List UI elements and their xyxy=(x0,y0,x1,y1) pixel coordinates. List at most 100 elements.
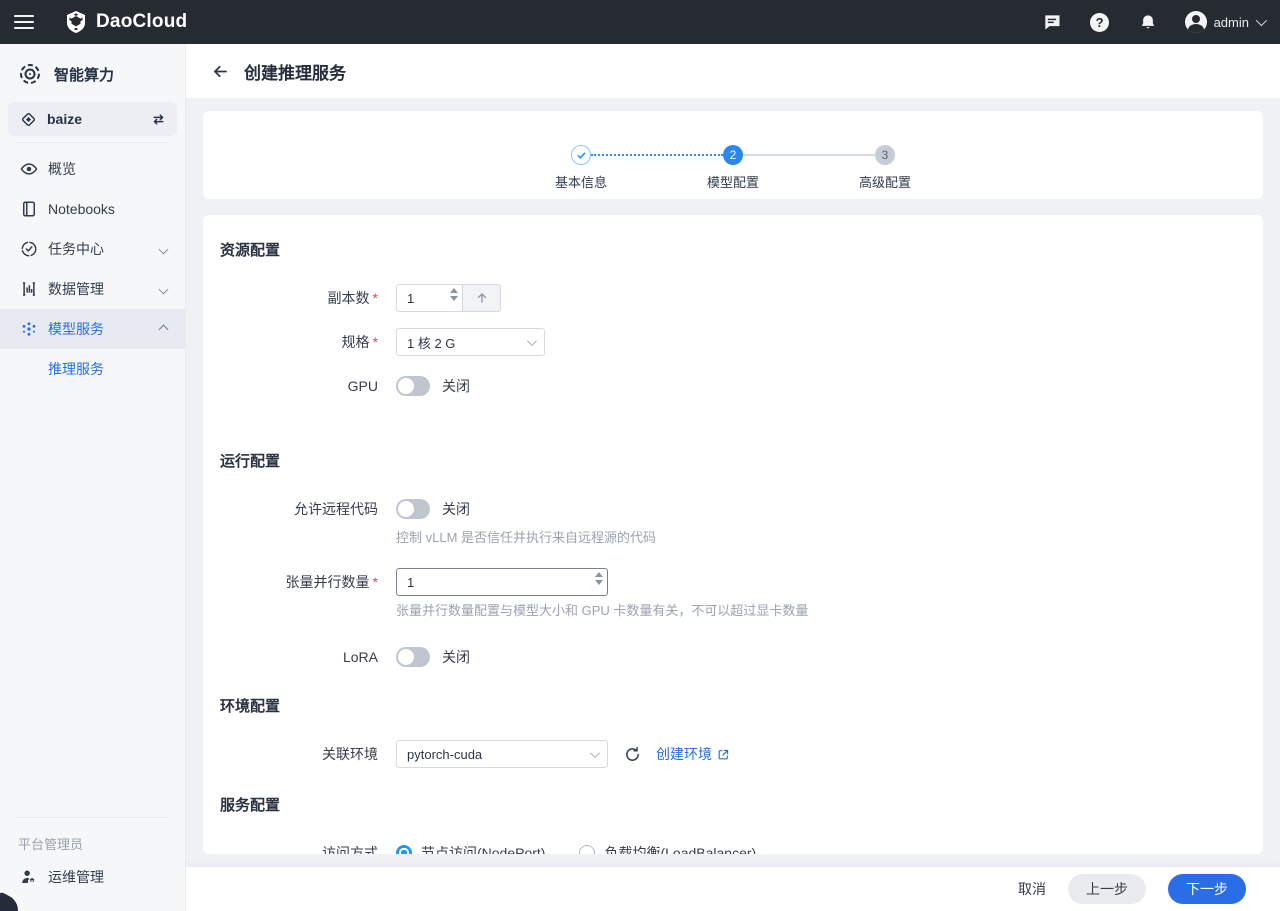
admin-gear-icon xyxy=(20,868,38,886)
replicas-input[interactable] xyxy=(397,291,439,306)
form-row-access-mode: 访问方式 节点访问(NodePort) 负载均衡(LoadBalancer) xyxy=(220,839,1239,854)
page-header: 创建推理服务 xyxy=(186,44,1280,98)
radio-loadbalancer[interactable]: 负载均衡(LoadBalancer) xyxy=(579,843,756,854)
form-row-spec: 规格* 1 核 2 G xyxy=(220,328,1239,356)
step-indicator: 基本信息 2 模型配置 3 高级配置 xyxy=(571,145,895,165)
stepper-down-icon[interactable] xyxy=(450,296,458,301)
stepper-down-icon[interactable] xyxy=(595,580,603,585)
wizard-footer: 取消 上一步 下一步 xyxy=(186,867,1280,911)
radio-nodeport[interactable]: 节点访问(NodePort) xyxy=(396,843,545,854)
stepper-up-icon[interactable] xyxy=(595,572,603,577)
sidebar-item-model-services[interactable]: 模型服务 xyxy=(0,309,185,349)
user-name: admin xyxy=(1214,15,1249,30)
refresh-icon[interactable] xyxy=(622,744,642,764)
sidebar-item-inference-services[interactable]: 推理服务 xyxy=(0,349,185,389)
sidebar-item-label: 运维管理 xyxy=(48,867,171,887)
cancel-button[interactable]: 取消 xyxy=(1018,879,1046,899)
form-row-environment: 关联环境 pytorch-cuda 创建环境 xyxy=(220,740,1239,768)
scale-up-button[interactable] xyxy=(463,284,501,312)
sidebar-item-data-management[interactable]: 数据管理 xyxy=(0,269,185,309)
tensor-parallel-input[interactable] xyxy=(397,575,567,590)
form-card: 资源配置 副本数* xyxy=(203,215,1263,854)
steps-card: 基本信息 2 模型配置 3 高级配置 xyxy=(203,111,1263,199)
spec-select-value: 1 核 2 G xyxy=(407,333,455,352)
field-label: 访问方式 xyxy=(322,845,378,854)
form-row-replicas: 副本数* xyxy=(220,284,1239,312)
sidebar-item-notebooks[interactable]: Notebooks xyxy=(0,189,185,229)
remote-code-toggle[interactable] xyxy=(396,499,430,519)
environment-select-value: pytorch-cuda xyxy=(407,747,482,762)
sidebar-subitem-label: 推理服务 xyxy=(48,359,104,379)
bell-icon[interactable] xyxy=(1137,11,1159,33)
chevron-up-icon xyxy=(159,324,169,334)
replicas-input-wrapper xyxy=(396,284,463,312)
field-label: 张量并行数量 xyxy=(286,574,370,590)
step-number: 2 xyxy=(723,145,743,165)
section-service-title: 服务配置 xyxy=(220,794,1239,815)
step-label: 基本信息 xyxy=(555,172,607,191)
help-icon[interactable]: ? xyxy=(1089,11,1111,33)
sidebar-item-label: 概览 xyxy=(48,159,171,179)
field-label: LoRA xyxy=(343,649,378,665)
sidebar-item-label: 模型服务 xyxy=(48,319,160,339)
form-row-remote-code: 允许远程代码 关闭 控制 vLLM 是否信任并执行来自远程源的代码 xyxy=(220,495,1239,546)
field-label: 副本数 xyxy=(328,290,370,306)
back-arrow-icon[interactable] xyxy=(208,59,232,83)
step-connector xyxy=(743,145,875,165)
sidebar-item-task-center[interactable]: 任务中心 xyxy=(0,229,185,269)
field-label: 允许远程代码 xyxy=(294,501,378,517)
step-label: 高级配置 xyxy=(859,172,911,191)
divider xyxy=(16,817,169,818)
role-label: 平台管理员 xyxy=(0,824,185,857)
eye-icon xyxy=(20,160,38,178)
section-resource-title: 资源配置 xyxy=(220,239,1239,260)
create-environment-label: 创建环境 xyxy=(656,744,712,764)
brand[interactable]: DaoCloud xyxy=(64,10,187,34)
sidebar-item-overview[interactable]: 概览 xyxy=(0,149,185,189)
form-row-lora: LoRA 关闭 xyxy=(220,643,1239,671)
external-link-icon xyxy=(717,748,730,761)
lora-toggle[interactable] xyxy=(396,647,430,667)
divider xyxy=(16,142,169,143)
daocloud-logo-icon xyxy=(64,10,88,34)
environment-select[interactable]: pytorch-cuda xyxy=(396,740,608,768)
radio-label: 节点访问(NodePort) xyxy=(421,843,545,854)
menu-icon[interactable] xyxy=(14,15,34,29)
chevron-down-icon xyxy=(527,336,537,346)
page-title: 创建推理服务 xyxy=(244,59,346,84)
step-model-config: 2 模型配置 xyxy=(723,145,743,165)
sidebar-item-label: 数据管理 xyxy=(48,279,160,299)
workspace-name: baize xyxy=(47,111,82,127)
workspace-selector[interactable]: baize xyxy=(8,102,177,136)
message-icon[interactable] xyxy=(1041,11,1063,33)
compute-module-icon xyxy=(18,62,42,86)
task-check-icon xyxy=(20,240,38,258)
remote-code-hint: 控制 vLLM 是否信任并执行来自远程源的代码 xyxy=(396,529,656,546)
spec-select[interactable]: 1 核 2 G xyxy=(396,328,545,356)
section-environment-title: 环境配置 xyxy=(220,695,1239,716)
model-cluster-icon xyxy=(20,320,38,338)
gpu-toggle[interactable] xyxy=(396,376,430,396)
user-menu[interactable]: admin xyxy=(1185,11,1264,33)
avatar xyxy=(1185,11,1207,33)
brand-name: DaoCloud xyxy=(96,11,187,33)
stepper-up-icon[interactable] xyxy=(450,288,458,293)
next-step-button[interactable]: 下一步 xyxy=(1168,874,1246,904)
radio-selected-icon xyxy=(396,845,412,854)
previous-step-button[interactable]: 上一步 xyxy=(1068,874,1146,904)
radio-unselected-icon xyxy=(579,845,595,854)
switch-workspace-icon[interactable] xyxy=(150,111,167,128)
data-columns-icon xyxy=(20,280,38,298)
create-environment-link[interactable]: 创建环境 xyxy=(656,744,730,764)
sidebar-item-label: 任务中心 xyxy=(48,239,160,259)
gpu-toggle-state: 关闭 xyxy=(442,376,470,396)
sidebar: 智能算力 baize 概览 Notebooks xyxy=(0,44,186,911)
chevron-down-icon xyxy=(159,244,169,254)
step-connector xyxy=(591,145,723,165)
step-advanced-config: 3 高级配置 xyxy=(875,145,895,165)
form-row-gpu: GPU 关闭 xyxy=(220,372,1239,400)
form-row-tensor-parallel: 张量并行数量* 张量并行数量配置与模型大小和 GPU 卡数量有关，不可以超过显卡… xyxy=(220,568,1239,619)
sidebar-item-ops-management[interactable]: 运维管理 xyxy=(0,857,185,897)
field-label: 规格 xyxy=(342,334,370,350)
step-done-check-icon xyxy=(571,145,591,165)
